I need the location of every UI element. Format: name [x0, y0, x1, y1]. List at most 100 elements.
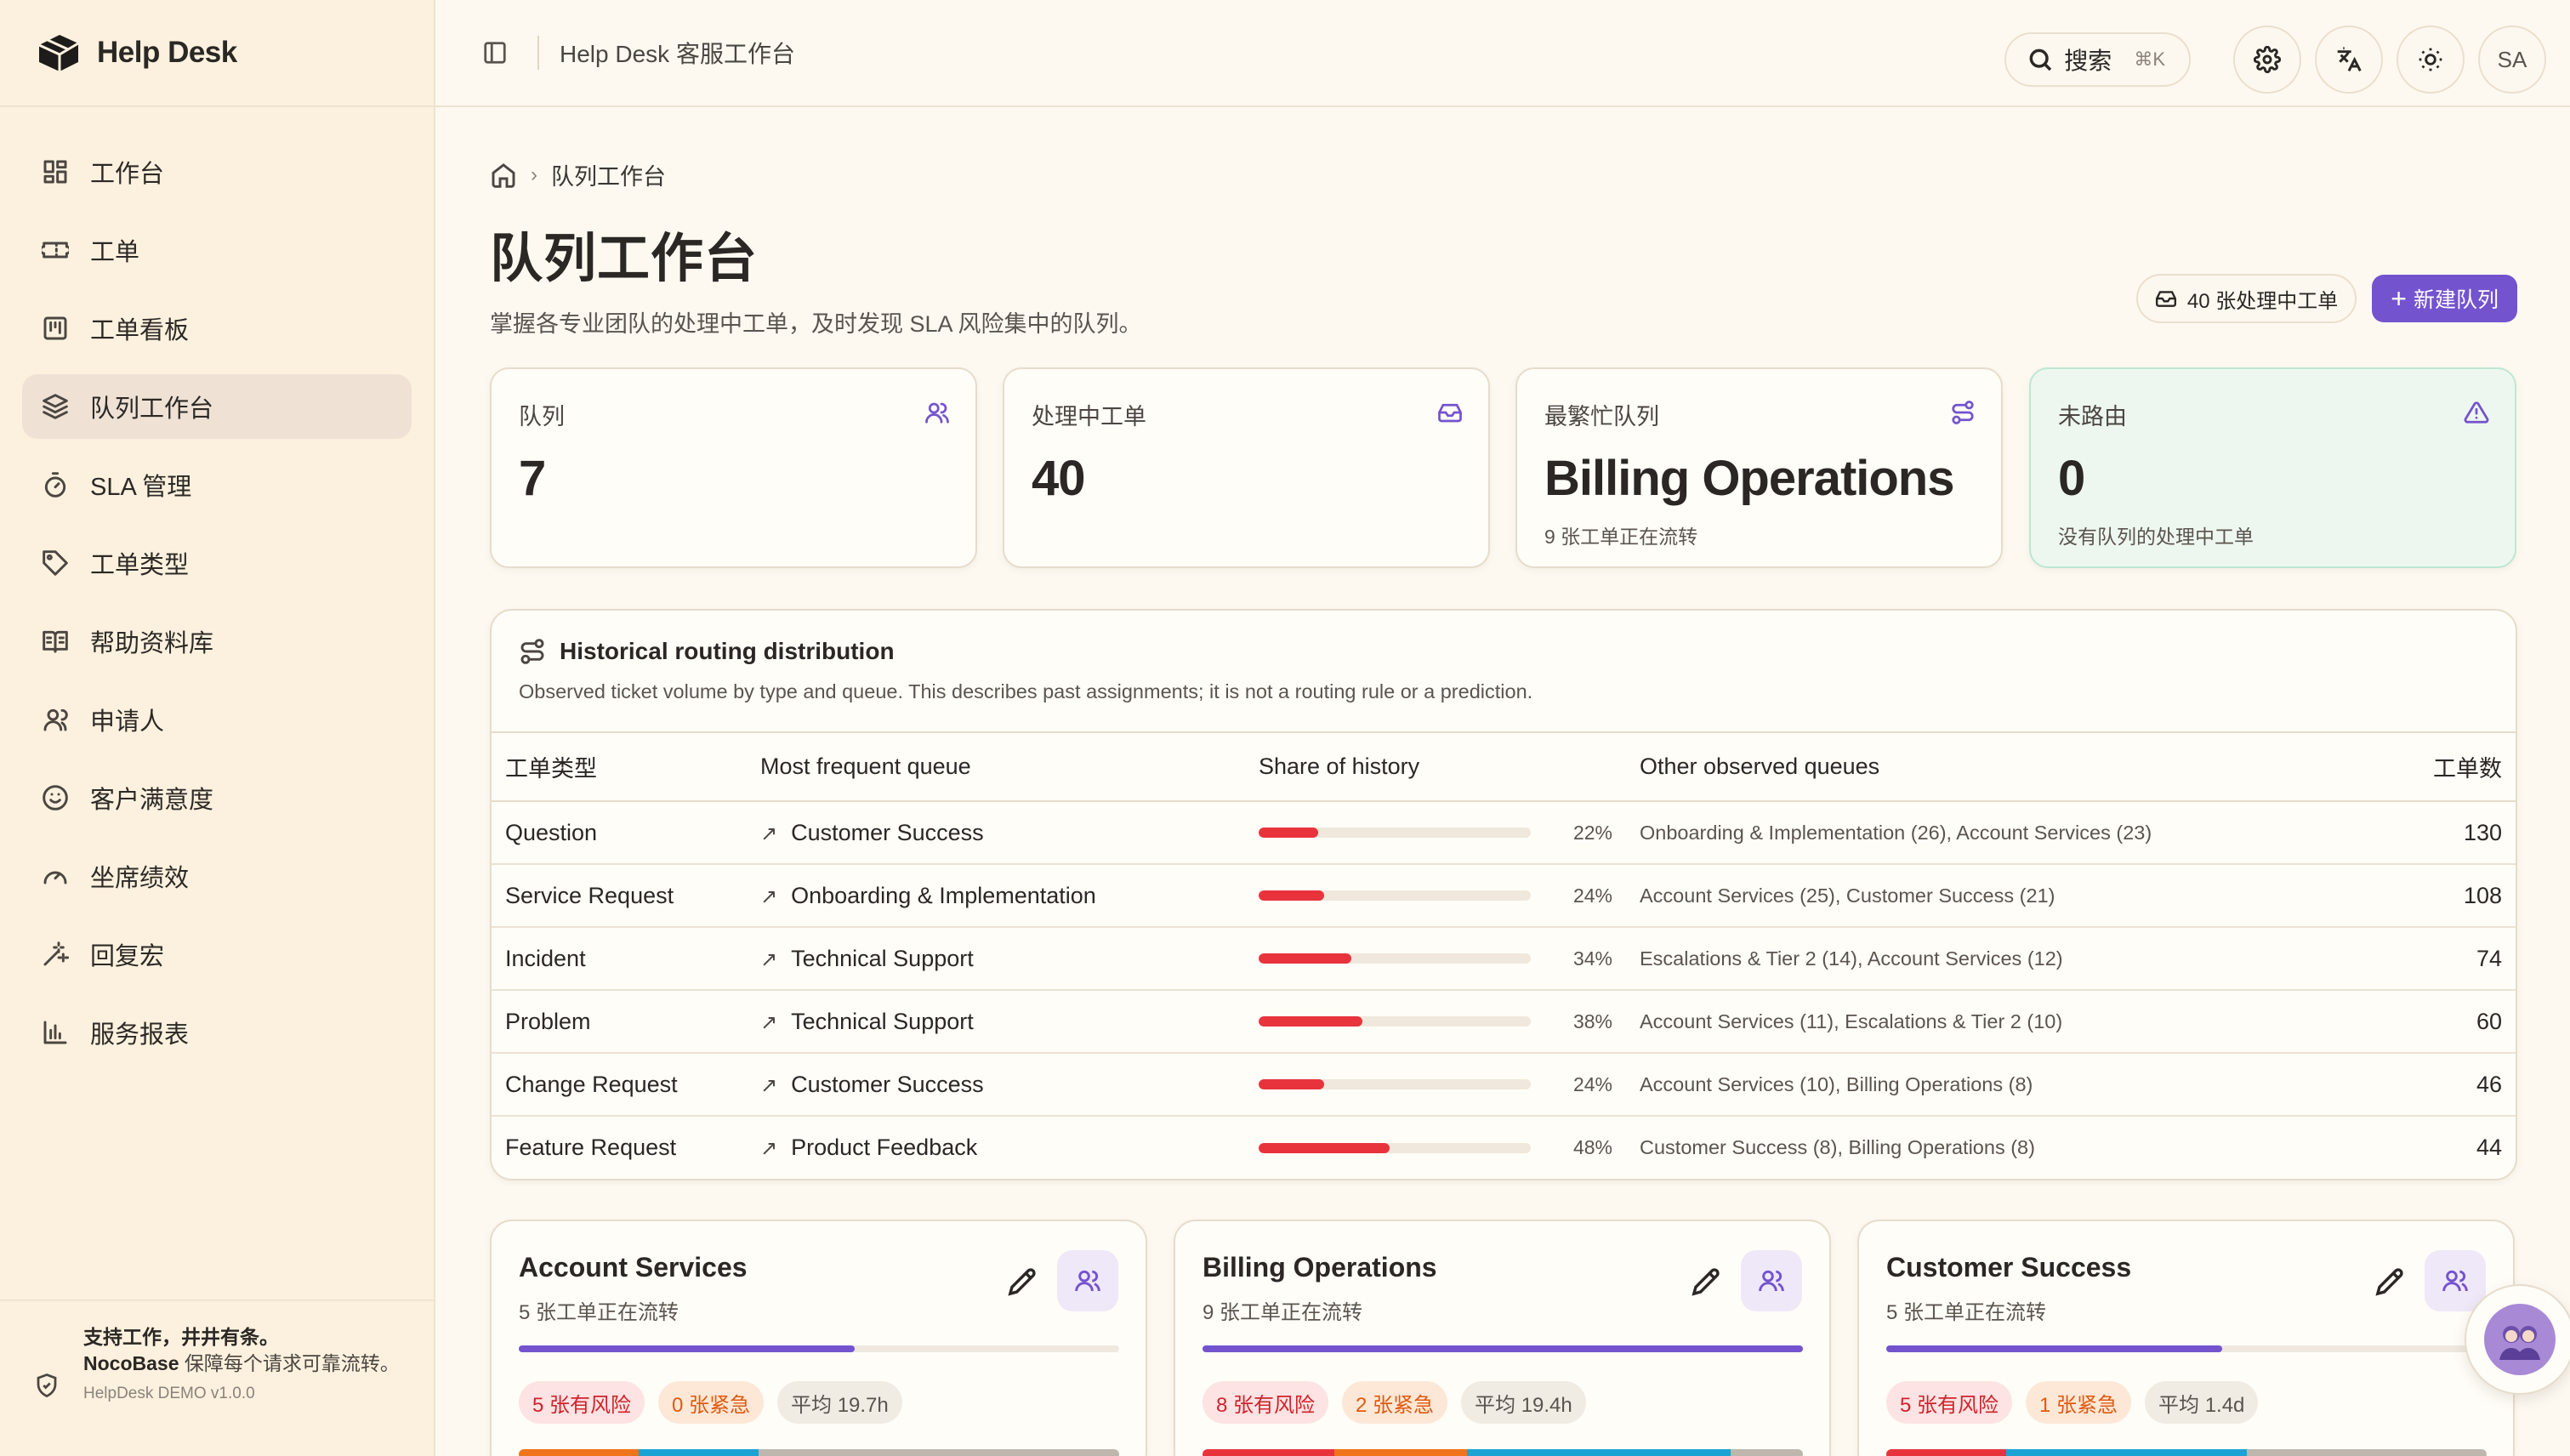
sidebar-item-label: 工作台: [90, 161, 165, 188]
queue-badges: 5 张有风险 1 张紧急 平均 1.4d: [1886, 1381, 2486, 1424]
warning-icon: [2464, 400, 2489, 429]
home-icon[interactable]: [490, 162, 517, 189]
status-segment: [2246, 1449, 2487, 1456]
share-cell: 24%: [1259, 864, 1640, 928]
sidebar-item-label: 工单: [90, 239, 140, 266]
layers-icon: [41, 392, 70, 421]
average-time-badge: 平均 19.4h: [1461, 1381, 1586, 1424]
queue-cell: ↗ Technical Support: [760, 990, 1259, 1054]
sidebar-item-tickets[interactable]: 工单: [22, 218, 412, 282]
queue-badges: 8 张有风险 2 张紧急 平均 19.4h: [1203, 1381, 1802, 1424]
arrow-up-right-icon: ↗: [760, 1073, 778, 1097]
avatar: SA: [2497, 46, 2527, 72]
queue-cell: ↗ Technical Support: [760, 927, 1259, 991]
stat-card-unrouted: 未路由 0 没有队列的处理中工单: [2029, 367, 2516, 568]
arrow-up-right-icon: ↗: [760, 1137, 778, 1160]
column-header[interactable]: Other observed queues: [1640, 733, 2345, 802]
queue-link[interactable]: Product Feedback: [791, 1135, 977, 1160]
queue-link[interactable]: Technical Support: [791, 946, 974, 971]
column-header[interactable]: Share of history: [1259, 733, 1640, 802]
user-avatar-button[interactable]: SA: [2478, 26, 2546, 94]
ticket-type-cell: Feature Request: [492, 1116, 760, 1179]
status-segment: [1731, 1449, 1803, 1456]
search-shortcut: ⌘K: [2134, 48, 2165, 70]
table-row[interactable]: Problem ↗ Technical Support 38% Account S…: [492, 990, 2516, 1054]
share-cell: 24%: [1259, 1053, 1640, 1117]
queue-members-button[interactable]: [1057, 1250, 1118, 1311]
new-queue-button[interactable]: + 新建队列: [2372, 275, 2517, 322]
queue-load-fill: [1886, 1345, 2223, 1352]
column-header[interactable]: 工单数: [2345, 733, 2516, 802]
table-row[interactable]: Incident ↗ Technical Support 34% Escalati…: [492, 927, 2516, 991]
share-cell: 48%: [1259, 1116, 1640, 1179]
ticket-type-cell: Question: [492, 801, 760, 865]
sidebar-item-sla[interactable]: SLA 管理: [22, 452, 412, 517]
queue-status-stack: [519, 1449, 1119, 1456]
sidebar-item-agent-performance[interactable]: 坐席绩效: [22, 844, 412, 908]
main-content: › 队列工作台 队列工作台 掌握各专业团队的处理中工单，及时发现 SLA 风险集…: [490, 107, 2517, 1456]
status-segment: [1334, 1449, 1467, 1456]
language-button[interactable]: [2315, 26, 2383, 94]
routing-table-body: Question ↗ Customer Success 22% Onboardin…: [492, 801, 2516, 1179]
sidebar-toggle-button[interactable]: [478, 36, 512, 70]
edit-queue-button[interactable]: [2375, 1267, 2404, 1300]
share-percent: 38%: [1572, 1010, 1612, 1032]
search-icon: [2029, 48, 2052, 71]
queue-card[interactable]: Customer Success 5 张工单正在流转 5 张有风险 1 张紧急 …: [1857, 1220, 2515, 1456]
sidebar-item-requesters[interactable]: 申请人: [22, 687, 412, 752]
user-icon: [41, 705, 70, 734]
sidebar-item-macros[interactable]: 回复宏: [22, 922, 412, 987]
queue-members-button[interactable]: [2425, 1250, 2486, 1311]
queue-link[interactable]: Onboarding & Implementation: [791, 883, 1096, 908]
table-row[interactable]: Question ↗ Customer Success 22% Onboardin…: [492, 801, 2516, 865]
table-row[interactable]: Service Request ↗ Onboarding & Implementa…: [492, 864, 2516, 928]
settings-button[interactable]: [2233, 26, 2301, 94]
sidebar-item-dashboard[interactable]: 工作台: [22, 139, 412, 204]
sidebar-item-reports[interactable]: 服务报表: [22, 1000, 412, 1065]
ticket-count: 44: [2476, 1135, 2502, 1160]
column-header[interactable]: 工单类型: [492, 733, 760, 802]
status-segment: [1466, 1449, 1731, 1456]
open-tickets-label: 40 张处理中工单: [2186, 289, 2339, 313]
theme-toggle-button[interactable]: [2397, 26, 2465, 94]
column-header[interactable]: Most frequent queue: [760, 733, 1259, 802]
users-icon: [1075, 1270, 1100, 1292]
brand[interactable]: Help Desk: [0, 0, 434, 107]
topbar-actions: 搜索 ⌘K SA: [2004, 26, 2546, 94]
table-row[interactable]: Change Request ↗ Customer Success 24% Acc…: [492, 1053, 2516, 1117]
ticket-count: 108: [2345, 864, 2516, 928]
panel-left-icon: [484, 42, 506, 64]
queue-card[interactable]: Account Services 5 张工单正在流转 5 张有风险 0 张紧急 …: [490, 1220, 1147, 1456]
breadcrumb: › 队列工作台: [490, 158, 2517, 191]
sidebar-item-label: 工单看板: [90, 317, 190, 344]
search-button[interactable]: 搜索 ⌘K: [2004, 32, 2191, 87]
queue-members-button[interactable]: [1741, 1250, 1802, 1311]
ticket-count: 130: [2345, 801, 2516, 865]
table-row[interactable]: Feature Request ↗ Product Feedback 48% Cu…: [492, 1116, 2516, 1179]
pencil-icon: [2375, 1268, 2403, 1296]
new-queue-label: 新建队列: [2413, 288, 2499, 312]
route-icon: [520, 639, 544, 664]
queue-link[interactable]: Customer Success: [791, 1072, 984, 1097]
edit-queue-button[interactable]: [1008, 1267, 1037, 1300]
routing-title-text: Historical routing distribution: [560, 638, 895, 664]
sidebar-item-kanban[interactable]: 工单看板: [22, 296, 412, 361]
sidebar-item-ticket-types[interactable]: 工单类型: [22, 531, 412, 595]
share-bar-fill: [1259, 1016, 1362, 1027]
sidebar-item-queues[interactable]: 队列工作台: [22, 374, 412, 439]
edit-queue-button[interactable]: [1692, 1267, 1720, 1300]
assistant-avatar-button[interactable]: [2465, 1284, 2570, 1395]
stat-note: 没有队列的处理中工单: [2058, 526, 2254, 548]
share-bar-fill: [1259, 1142, 1390, 1153]
ticket-icon: [41, 236, 70, 264]
queue-link[interactable]: Technical Support: [791, 1009, 974, 1034]
queue-card[interactable]: Billing Operations 9 张工单正在流转 8 张有风险 2 张紧…: [1174, 1220, 1831, 1456]
shield-icon: [34, 1323, 61, 1456]
open-tickets-pill[interactable]: 40 张处理中工单: [2135, 274, 2357, 323]
other-queues: Account Services (25), Customer Success …: [1640, 864, 2345, 928]
stat-card-busiest-queue: 最繁忙队列 Billing Operations 9 张工单正在流转: [1515, 367, 2003, 568]
share-bar: [1259, 1079, 1531, 1089]
queue-link[interactable]: Customer Success: [791, 820, 984, 845]
sidebar-item-csat[interactable]: 客户满意度: [22, 765, 412, 830]
sidebar-item-knowledge-base[interactable]: 帮助资料库: [22, 609, 412, 674]
